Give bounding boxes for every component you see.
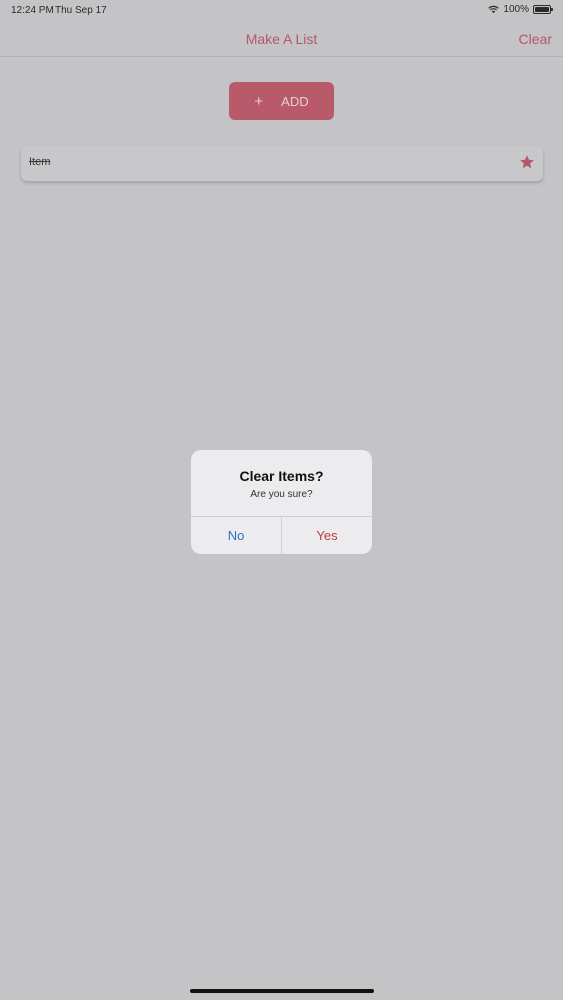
page-title: Make A List bbox=[245, 31, 318, 47]
yes-button[interactable]: Yes bbox=[282, 517, 372, 554]
home-indicator[interactable] bbox=[190, 989, 374, 993]
no-button[interactable]: No bbox=[191, 517, 281, 554]
add-button-label: ADD bbox=[281, 93, 309, 109]
status-date: Thu Sep 17 bbox=[55, 5, 107, 16]
battery-percent: 100% bbox=[503, 4, 529, 15]
plus-icon: + bbox=[254, 92, 264, 110]
confirm-dialog: Clear Items? Are you sure? No Yes bbox=[191, 450, 372, 554]
status-indicators: 100% bbox=[488, 4, 553, 15]
list-item[interactable]: Item bbox=[21, 146, 543, 181]
dialog-message: Are you sure? bbox=[250, 489, 313, 500]
star-icon[interactable] bbox=[519, 154, 535, 170]
dialog-title: Clear Items? bbox=[239, 468, 324, 484]
wifi-icon bbox=[488, 5, 500, 14]
battery-icon bbox=[533, 5, 553, 14]
status-time: 12:24 PM bbox=[11, 5, 54, 16]
battery-fill bbox=[535, 7, 549, 12]
clear-button[interactable]: Clear bbox=[519, 31, 552, 47]
navigation-bar: Make A List Clear bbox=[0, 22, 563, 57]
status-bar: 12:24 PM Thu Sep 17 100% bbox=[0, 0, 563, 22]
list-item-label: Item bbox=[29, 156, 51, 168]
add-button[interactable]: + ADD bbox=[229, 82, 334, 120]
